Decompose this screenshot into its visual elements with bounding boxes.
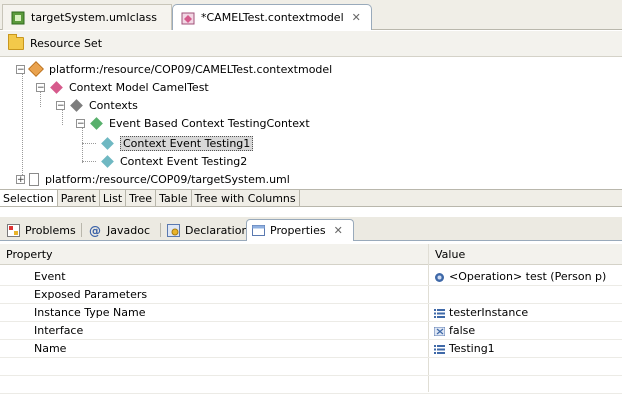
tab-label: targetSystem.umlclass xyxy=(31,11,158,24)
declaration-icon xyxy=(167,223,180,237)
tab-properties[interactable]: Properties ✕ xyxy=(246,219,354,241)
tree-item-label: Contexts xyxy=(89,98,138,112)
tab-table[interactable]: Table xyxy=(156,190,192,206)
boolean-icon xyxy=(433,326,446,337)
tree-item-label: Context Event Testing2 xyxy=(120,154,248,168)
table-row-empty xyxy=(0,358,622,376)
property-name: Exposed Parameters xyxy=(34,288,148,301)
property-value: Testing1 xyxy=(449,342,495,355)
tree-item-context-event-testing2[interactable]: Context Event Testing2 xyxy=(100,152,247,170)
contexts-icon xyxy=(70,98,83,112)
expand-icon[interactable]: + xyxy=(16,174,25,184)
tab-javadoc[interactable]: @ Javadoc xyxy=(84,219,155,241)
table-row-empty xyxy=(0,376,622,394)
tree-item-label: Context Model CamelTest xyxy=(69,80,209,94)
collapse-icon[interactable]: − xyxy=(56,100,65,110)
property-name: Interface xyxy=(34,324,84,337)
tree-item-label: platform:/resource/COP09/targetSystem.um… xyxy=(45,172,290,186)
folder-icon xyxy=(8,34,24,50)
tab-targetsystem-umlclass[interactable]: targetSystem.umlclass xyxy=(2,4,172,30)
tab-label: Properties xyxy=(270,224,326,237)
context-model-icon xyxy=(181,11,195,25)
column-header-property[interactable]: Property xyxy=(0,244,428,264)
event-based-context-icon xyxy=(90,116,103,130)
text-value-icon xyxy=(434,308,445,318)
tab-label: Javadoc xyxy=(107,223,150,237)
at-icon: @ xyxy=(89,223,101,238)
property-value: false xyxy=(449,324,476,337)
resource-set-title: Resource Set xyxy=(30,37,103,50)
property-name: Instance Type Name xyxy=(34,306,146,319)
collapse-icon[interactable]: − xyxy=(36,82,45,92)
tab-label: Problems xyxy=(25,223,76,237)
context-model-icon xyxy=(50,80,63,94)
panel-tab-bar: Problems @ Javadoc Declaration Propertie… xyxy=(0,217,622,241)
tab-selection[interactable]: Selection xyxy=(0,190,58,206)
context-event-icon xyxy=(101,136,114,150)
tree-item-cameltest-resource[interactable]: − platform:/resource/COP09/CAMELTest.con… xyxy=(16,60,332,78)
tab-cameltest-contextmodel[interactable]: *CAMELTest.contextmodel ✕ xyxy=(172,4,372,30)
problems-icon xyxy=(7,223,20,237)
tab-problems[interactable]: Problems xyxy=(2,219,81,241)
collapse-icon[interactable]: − xyxy=(16,64,25,74)
tree-item-context-model[interactable]: − Context Model CamelTest xyxy=(36,78,209,96)
tab-list[interactable]: List xyxy=(100,190,127,206)
column-header-value[interactable]: Value xyxy=(429,244,622,264)
document-icon xyxy=(29,172,39,186)
close-icon[interactable]: ✕ xyxy=(334,224,343,237)
tree-item-event-based-context[interactable]: − Event Based Context TestingContext xyxy=(76,114,310,132)
operation-icon xyxy=(434,272,445,282)
properties-icon xyxy=(252,224,265,237)
table-row[interactable]: Exposed Parameters xyxy=(0,286,622,304)
collapse-icon[interactable]: − xyxy=(76,118,85,128)
table-row[interactable]: Interface false xyxy=(0,322,622,340)
tab-tree-with-columns[interactable]: Tree with Columns xyxy=(192,190,300,206)
tab-tree[interactable]: Tree xyxy=(126,190,157,206)
resource-icon xyxy=(28,61,44,77)
property-name: Event xyxy=(34,270,66,283)
resource-tree: − platform:/resource/COP09/CAMELTest.con… xyxy=(0,57,622,189)
tree-item-label: Event Based Context TestingContext xyxy=(109,116,310,130)
viewer-tabs: Selection Parent List Tree Table Tree wi… xyxy=(0,189,622,207)
properties-table: Property Value Event <Operation> test (P… xyxy=(0,244,622,394)
tree-item-targetsystem-resource[interactable]: + platform:/resource/COP09/targetSystem.… xyxy=(16,170,290,188)
property-value: testerInstance xyxy=(449,306,529,319)
text-value-icon xyxy=(434,344,445,354)
table-row[interactable]: Instance Type Name testerInstance xyxy=(0,304,622,322)
resource-set-header: Resource Set xyxy=(0,31,622,57)
table-header: Property Value xyxy=(0,244,622,265)
tab-parent[interactable]: Parent xyxy=(58,190,100,206)
table-row[interactable]: Event <Operation> test (Person p) xyxy=(0,268,622,286)
tree-item-label: platform:/resource/COP09/CAMELTest.conte… xyxy=(49,62,333,76)
tree-item-context-event-testing1[interactable]: Context Event Testing1 xyxy=(100,134,254,152)
context-event-icon xyxy=(101,154,114,168)
tree-item-contexts[interactable]: − Contexts xyxy=(56,96,138,114)
editor-tab-bar: targetSystem.umlclass *CAMELTest.context… xyxy=(0,0,622,30)
tab-label: *CAMELTest.contextmodel xyxy=(201,11,344,24)
class-diagram-icon xyxy=(11,11,25,25)
property-value: <Operation> test (Person p) xyxy=(449,270,607,283)
tree-item-label: Context Event Testing1 xyxy=(120,135,254,151)
table-row[interactable]: Name Testing1 xyxy=(0,340,622,358)
property-name: Name xyxy=(34,342,67,355)
close-icon[interactable]: ✕ xyxy=(352,11,361,24)
tab-label: Declaration xyxy=(185,223,249,237)
tab-declaration[interactable]: Declaration xyxy=(162,219,253,241)
